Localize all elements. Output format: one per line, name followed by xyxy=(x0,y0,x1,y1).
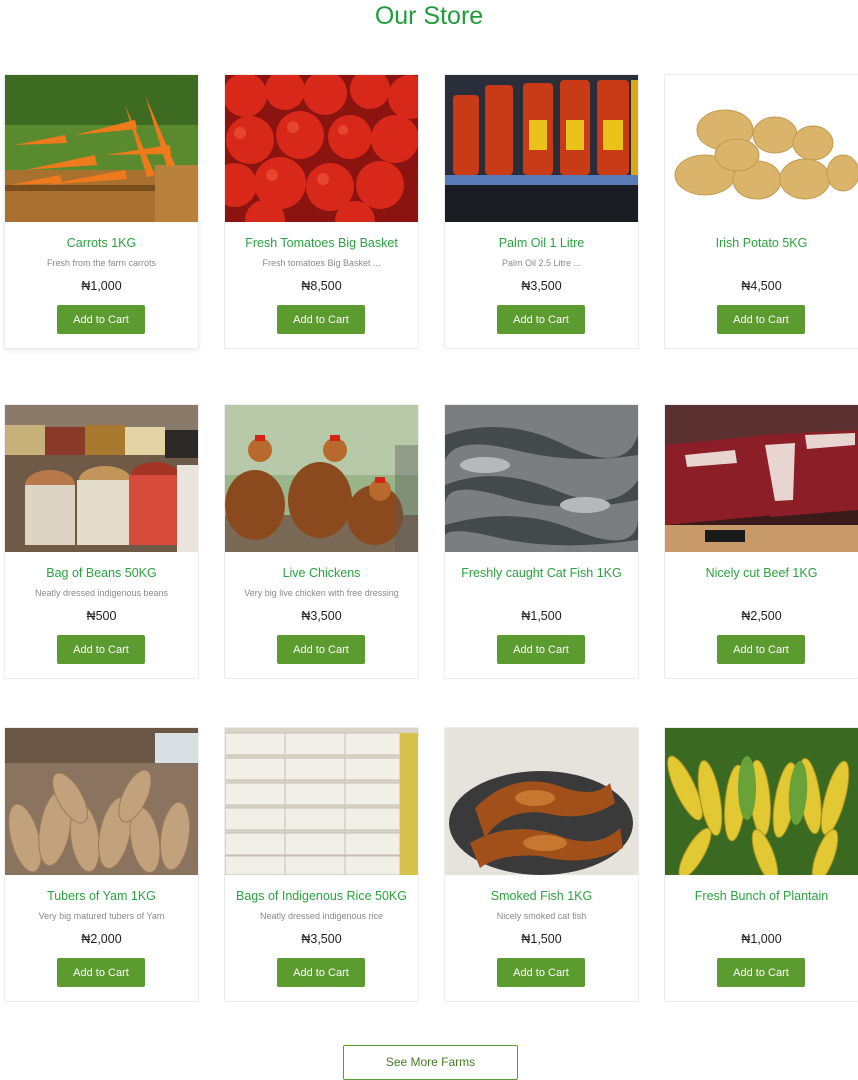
product-price: ₦4,500 xyxy=(741,279,782,293)
product-name[interactable]: Palm Oil 1 Litre xyxy=(449,235,634,251)
carrots-image[interactable] xyxy=(5,75,198,222)
product-price: ₦3,500 xyxy=(521,279,562,293)
smoked-fish-image[interactable] xyxy=(445,728,638,875)
product-card-potato[interactable]: Irish Potato 5KG ₦4,500 Add to Cart xyxy=(664,74,858,349)
product-price: ₦2,500 xyxy=(741,609,782,623)
add-to-cart-button[interactable]: Add to Cart xyxy=(57,635,145,664)
product-name[interactable]: Smoked Fish 1KG xyxy=(449,888,634,904)
add-to-cart-button[interactable]: Add to Cart xyxy=(717,635,805,664)
add-to-cart-button[interactable]: Add to Cart xyxy=(277,958,365,987)
product-name[interactable]: Nicely cut Beef 1KG xyxy=(669,565,854,581)
product-description: Palm Oil 2.5 Litre ... xyxy=(501,258,582,268)
tomatoes-image[interactable] xyxy=(225,75,418,222)
plantain-image[interactable] xyxy=(665,728,858,875)
product-description: Neatly dressed indigenous rice xyxy=(259,911,384,921)
yam-image[interactable] xyxy=(5,728,198,875)
add-to-cart-button[interactable]: Add to Cart xyxy=(57,958,145,987)
beans-image[interactable] xyxy=(5,405,198,552)
product-description: Very big live chicken with free dressing xyxy=(244,588,399,598)
see-more-farms-button[interactable]: See More Farms xyxy=(343,1045,518,1080)
product-description: Very big matured tubers of Yam xyxy=(38,911,165,921)
product-card-beef[interactable]: Nicely cut Beef 1KG ₦2,500 Add to Cart xyxy=(664,404,858,679)
product-card-tomatoes[interactable]: Fresh Tomatoes Big Basket Fresh tomatoes… xyxy=(224,74,419,349)
product-price: ₦2,000 xyxy=(81,932,122,946)
product-description: Fresh tomatoes Big Basket ... xyxy=(262,258,381,268)
palm-oil-image[interactable] xyxy=(445,75,638,222)
product-card-beans[interactable]: Bag of Beans 50KG Neatly dressed indigen… xyxy=(4,404,199,679)
potatoes-image[interactable] xyxy=(665,75,858,222)
add-to-cart-button[interactable]: Add to Cart xyxy=(277,635,365,664)
add-to-cart-button[interactable]: Add to Cart xyxy=(497,305,585,334)
product-price: ₦3,500 xyxy=(301,932,342,946)
beef-image[interactable] xyxy=(665,405,858,552)
product-card-carrots[interactable]: Carrots 1KG Fresh from the farm carrots … xyxy=(4,74,199,349)
product-card-chickens[interactable]: Live Chickens Very big live chicken with… xyxy=(224,404,419,679)
add-to-cart-button[interactable]: Add to Cart xyxy=(57,305,145,334)
product-name[interactable]: Fresh Tomatoes Big Basket xyxy=(229,235,414,251)
product-name[interactable]: Bag of Beans 50KG xyxy=(9,565,194,581)
product-card-palm-oil[interactable]: Palm Oil 1 Litre Palm Oil 2.5 Litre ... … xyxy=(444,74,639,349)
product-description: Nicely smoked cat fish xyxy=(496,911,587,921)
product-price: ₦8,500 xyxy=(301,279,342,293)
rice-image[interactable] xyxy=(225,728,418,875)
product-price: ₦500 xyxy=(86,609,117,623)
product-name[interactable]: Fresh Bunch of Plantain xyxy=(669,888,854,904)
product-card-yam[interactable]: Tubers of Yam 1KG Very big matured tuber… xyxy=(4,727,199,1002)
chickens-image[interactable] xyxy=(225,405,418,552)
add-to-cart-button[interactable]: Add to Cart xyxy=(277,305,365,334)
page-title: Our Store xyxy=(374,2,484,30)
product-name[interactable]: Live Chickens xyxy=(229,565,414,581)
add-to-cart-button[interactable]: Add to Cart xyxy=(717,958,805,987)
product-card-smoked-fish[interactable]: Smoked Fish 1KG Nicely smoked cat fish ₦… xyxy=(444,727,639,1002)
product-name[interactable]: Carrots 1KG xyxy=(9,235,194,251)
add-to-cart-button[interactable]: Add to Cart xyxy=(497,635,585,664)
product-card-plantain[interactable]: Fresh Bunch of Plantain ₦1,000 Add to Ca… xyxy=(664,727,858,1002)
product-name[interactable]: Bags of Indigenous Rice 50KG xyxy=(229,888,414,904)
product-description: Neatly dressed indigenous beans xyxy=(34,588,169,598)
catfish-image[interactable] xyxy=(445,405,638,552)
product-price: ₦1,000 xyxy=(741,932,782,946)
add-to-cart-button[interactable]: Add to Cart xyxy=(497,958,585,987)
product-description: Fresh from the farm carrots xyxy=(46,258,157,268)
product-card-catfish[interactable]: Freshly caught Cat Fish 1KG ₦1,500 Add t… xyxy=(444,404,639,679)
product-name[interactable]: Irish Potato 5KG xyxy=(669,235,854,251)
product-price: ₦1,500 xyxy=(521,609,562,623)
product-card-rice[interactable]: Bags of Indigenous Rice 50KG Neatly dres… xyxy=(224,727,419,1002)
product-price: ₦1,500 xyxy=(521,932,562,946)
product-name[interactable]: Freshly caught Cat Fish 1KG xyxy=(449,565,634,581)
add-to-cart-button[interactable]: Add to Cart xyxy=(717,305,805,334)
product-name[interactable]: Tubers of Yam 1KG xyxy=(9,888,194,904)
product-price: ₦1,000 xyxy=(81,279,122,293)
product-price: ₦3,500 xyxy=(301,609,342,623)
